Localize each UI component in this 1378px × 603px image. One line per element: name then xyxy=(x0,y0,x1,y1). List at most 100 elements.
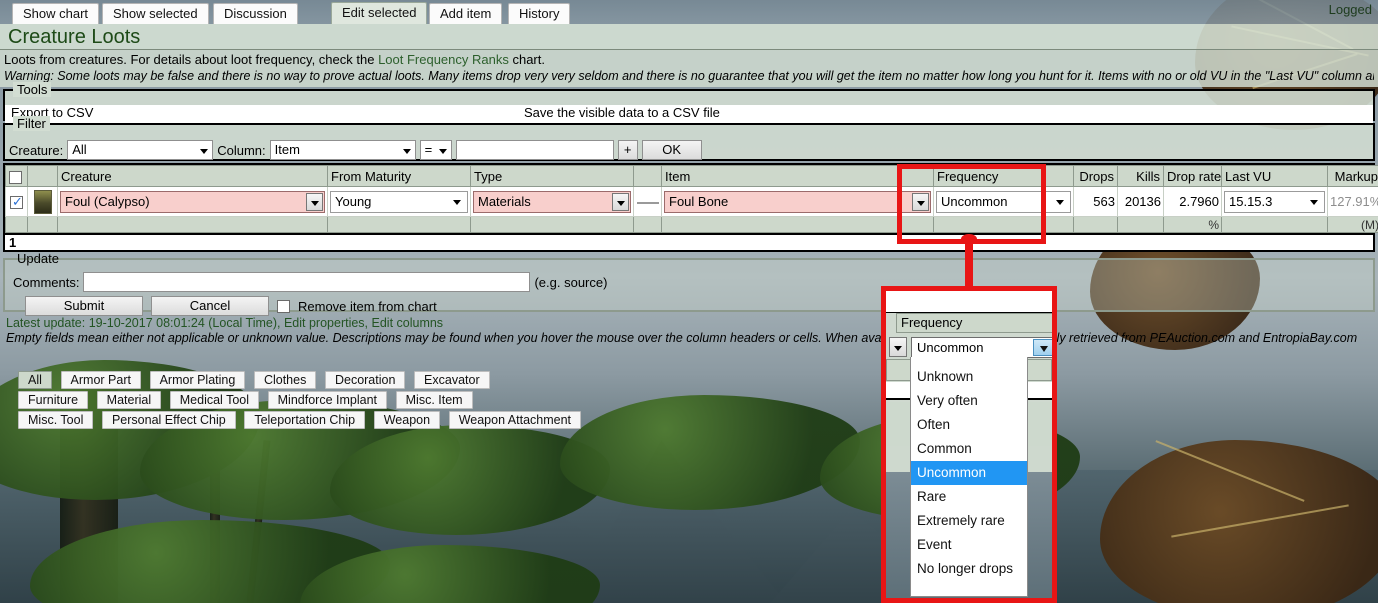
annotation-connector-dot xyxy=(961,234,977,244)
type-value: Materials xyxy=(478,193,531,209)
header-markup-m[interactable]: Markup xyxy=(1327,165,1378,187)
cell-last-vu[interactable]: 15.15.3 xyxy=(1221,186,1328,217)
callout-prev-dropdown-button[interactable] xyxy=(889,337,907,357)
tab-edit-selected[interactable]: Edit selected xyxy=(331,2,428,24)
category-tab-material[interactable]: Material xyxy=(96,391,162,409)
header-creature[interactable]: Creature xyxy=(57,165,328,187)
filter-column-label: Column: xyxy=(217,142,266,158)
tools-body: Export to CSV Save the visible data to a… xyxy=(5,105,1373,123)
cell-markup-m: 127.91% xyxy=(1327,186,1378,217)
category-row: Misc. Tool Personal Effect Chip Teleport… xyxy=(18,411,582,431)
creature-select[interactable]: Foul (Calypso) xyxy=(60,190,325,213)
from-maturity-select[interactable]: Young xyxy=(330,190,468,213)
category-tab-decoration[interactable]: Decoration xyxy=(324,371,406,389)
frequency-combo-box[interactable]: Uncommon xyxy=(911,337,1052,358)
filter-operator-value: = xyxy=(424,142,433,157)
cell-drops: 563 xyxy=(1073,186,1118,217)
filter-column-value: Item xyxy=(274,142,300,157)
header-drops[interactable]: Drops xyxy=(1073,165,1118,187)
submit-button[interactable]: Submit xyxy=(25,296,143,316)
category-tab-furniture[interactable]: Furniture xyxy=(18,391,89,409)
intro-warning: Warning: Some loots may be false and the… xyxy=(4,69,1374,83)
tab-show-selected[interactable]: Show selected xyxy=(102,3,209,24)
header-last-vu[interactable]: Last VU xyxy=(1221,165,1328,187)
frequency-option-event[interactable]: Event xyxy=(911,533,1027,557)
disclaimer-text: Empty fields mean either not applicable … xyxy=(6,331,1358,345)
tab-show-chart[interactable]: Show chart xyxy=(12,3,100,24)
category-tab-mindforce-implant[interactable]: Mindforce Implant xyxy=(267,391,387,409)
filter-column-select[interactable]: Item xyxy=(269,140,416,160)
header-type[interactable]: Type xyxy=(470,165,634,187)
chevron-down-icon[interactable] xyxy=(306,192,323,211)
cell-creature[interactable]: Foul (Calypso) xyxy=(57,186,328,217)
header-item[interactable]: Item xyxy=(661,165,934,187)
chevron-down-icon[interactable] xyxy=(453,199,461,205)
category-tab-misc-tool[interactable]: Misc. Tool xyxy=(18,411,94,429)
table-header-row: Creature From Maturity Type Item Frequen… xyxy=(5,165,1378,187)
tab-add-item[interactable]: Add item xyxy=(429,3,503,24)
category-tab-misc-item[interactable]: Misc. Item xyxy=(395,391,473,409)
frequency-option-very-often[interactable]: Very often xyxy=(911,389,1027,413)
header-select-all[interactable] xyxy=(5,165,28,187)
category-tab-medical-tool[interactable]: Medical Tool xyxy=(169,391,260,409)
category-tab-clothes[interactable]: Clothes xyxy=(253,371,317,389)
filter-add-button[interactable]: + xyxy=(617,140,638,160)
filter-operator-select[interactable]: = xyxy=(419,140,452,160)
filter-ok-button[interactable]: OK xyxy=(641,140,702,160)
tab-history[interactable]: History xyxy=(508,3,571,24)
frequency-option-unknown[interactable]: Unknown xyxy=(911,365,1027,389)
filter-creature-select[interactable]: All xyxy=(67,140,214,160)
units-cell xyxy=(633,216,662,233)
category-tab-personal-effect-chip[interactable]: Personal Effect Chip xyxy=(101,411,236,429)
cell-type[interactable]: Materials xyxy=(470,186,634,217)
comments-label: Comments: xyxy=(13,274,80,290)
cell-from-maturity[interactable]: Young xyxy=(327,186,471,217)
tab-discussion[interactable]: Discussion xyxy=(213,3,298,24)
category-tab-excavator[interactable]: Excavator xyxy=(414,371,490,389)
category-tab-armor-plating[interactable]: Armor Plating xyxy=(149,371,246,389)
remove-item-checkbox[interactable] xyxy=(277,299,290,313)
category-tab-weapon-attachment[interactable]: Weapon Attachment xyxy=(448,411,582,429)
chevron-down-icon[interactable] xyxy=(1310,199,1318,205)
frequency-option-list[interactable]: Unknown Very often Often Common Uncommon… xyxy=(910,357,1028,597)
chevron-down-icon xyxy=(402,149,411,154)
category-tab-teleportation-chip[interactable]: Teleportation Chip xyxy=(244,411,366,429)
table-units-row: % (M) (F xyxy=(5,216,1378,233)
row-checkbox[interactable] xyxy=(10,194,23,210)
category-tab-armor-part[interactable]: Armor Part xyxy=(60,371,141,389)
frequency-option-uncommon[interactable]: Uncommon xyxy=(911,461,1027,485)
select-all-checkbox[interactable] xyxy=(9,170,22,184)
category-tabs: All Armor Part Armor Plating Clothes Dec… xyxy=(18,371,582,431)
header-from-maturity[interactable]: From Maturity xyxy=(327,165,471,187)
frequency-option-extremely-rare[interactable]: Extremely rare xyxy=(911,509,1027,533)
chevron-down-icon[interactable] xyxy=(1033,339,1052,356)
filter-value-input[interactable] xyxy=(455,140,614,160)
frequency-option-rare[interactable]: Rare xyxy=(911,485,1027,509)
category-tab-all[interactable]: All xyxy=(18,371,52,389)
frequency-option-often[interactable]: Often xyxy=(911,413,1027,437)
row-select-cell[interactable] xyxy=(5,186,28,217)
cell-item[interactable]: Foul Bone xyxy=(661,186,934,217)
units-cell xyxy=(661,216,934,233)
callout-frequency-header: Frequency xyxy=(896,313,1052,333)
cancel-button[interactable]: Cancel xyxy=(151,296,269,316)
header-drop-rate[interactable]: Drop rate xyxy=(1163,165,1222,187)
category-row: All Armor Part Armor Plating Clothes Dec… xyxy=(18,371,578,391)
tools-legend: Tools xyxy=(13,82,52,97)
units-cell xyxy=(5,216,28,233)
frequency-option-no-longer-drops[interactable]: No longer drops xyxy=(911,557,1027,581)
type-select[interactable]: Materials xyxy=(473,190,631,213)
header-kills[interactable]: Kills xyxy=(1117,165,1164,187)
category-tab-weapon[interactable]: Weapon xyxy=(373,411,441,429)
units-cell xyxy=(470,216,634,233)
page-intro: Loots from creatures. For details about … xyxy=(0,50,1378,87)
chevron-down-icon[interactable] xyxy=(1056,199,1064,205)
frequency-option-common[interactable]: Common xyxy=(911,437,1027,461)
last-vu-select[interactable]: 15.15.3 xyxy=(1224,190,1325,213)
intro-line: Loots from creatures. For details about … xyxy=(4,51,1374,68)
comments-input[interactable] xyxy=(83,272,531,292)
item-select[interactable]: Foul Bone xyxy=(664,190,931,213)
loot-frequency-ranks-link[interactable]: Loot Frequency Ranks xyxy=(378,52,509,67)
table-row[interactable]: Foul (Calypso) Young Materials xyxy=(5,186,1378,217)
chevron-down-icon[interactable] xyxy=(612,192,629,211)
